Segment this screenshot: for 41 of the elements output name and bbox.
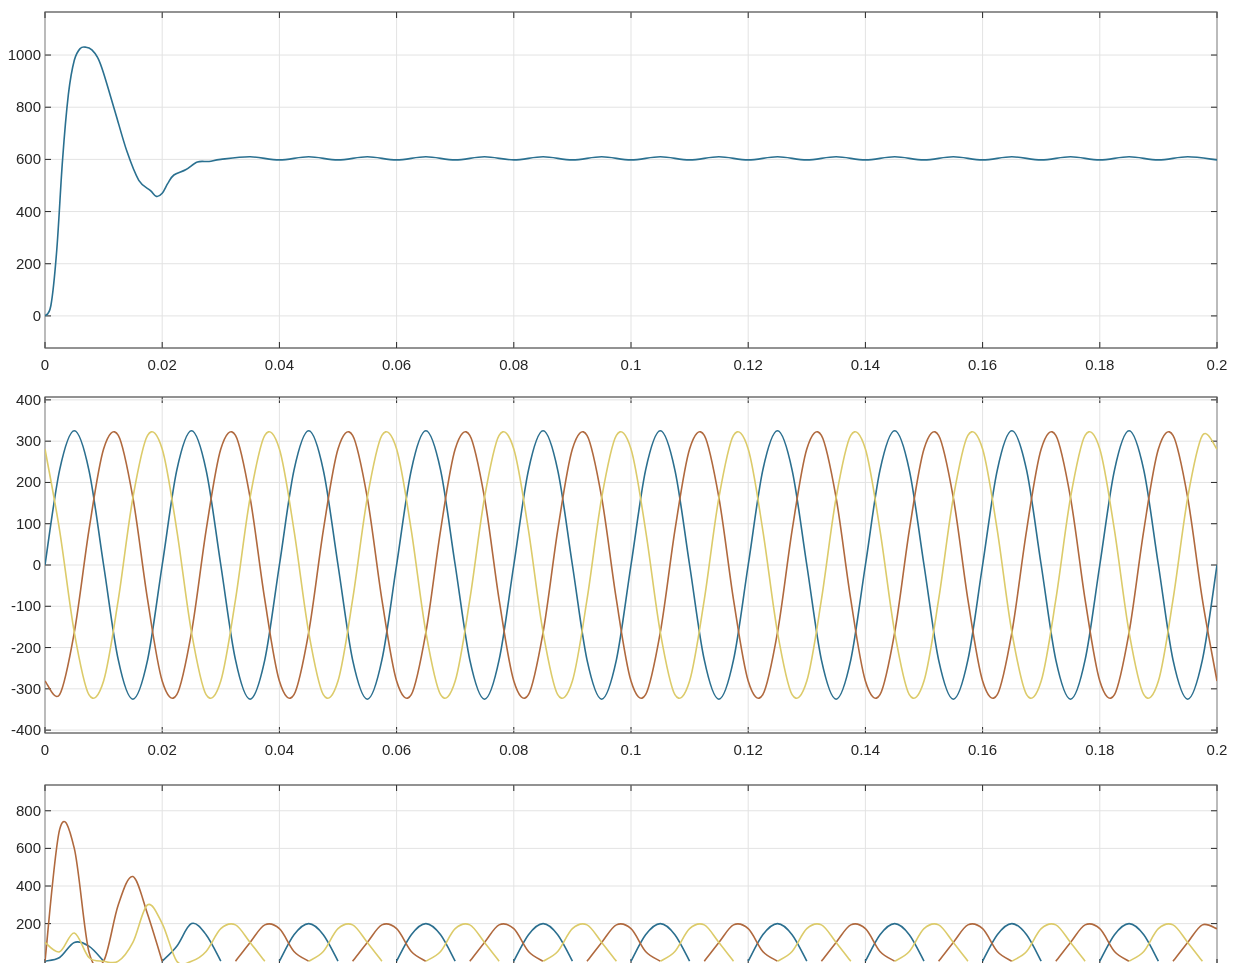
tick-label: -400 (10, 721, 41, 739)
tick-label: 0.04 (264, 356, 294, 373)
tick-label: 0.18 (1085, 356, 1115, 373)
tick-label: 0.1 (620, 356, 642, 373)
tick-label: 0.08 (499, 356, 529, 373)
tick-label: 1000 (7, 46, 41, 64)
tick-label: 0 (32, 306, 41, 324)
tick-label: 0.12 (733, 356, 763, 373)
tick-label: -200 (10, 638, 41, 656)
tick-label: 0.02 (147, 741, 177, 758)
tick-label: 600 (15, 150, 41, 168)
tick-label: 100 (15, 514, 41, 532)
tick-label: 0.16 (968, 356, 998, 373)
tick-label: 800 (15, 801, 41, 819)
tick-label: 200 (15, 254, 41, 272)
tick-label: 0.12 (733, 741, 763, 758)
tick-label: 0.2 (1206, 741, 1228, 758)
tick-label: 0.16 (968, 741, 998, 758)
tick-label: 0 (40, 741, 50, 758)
tick-label: 400 (15, 390, 41, 408)
tick-label: 0.14 (850, 356, 880, 373)
tick-label: 0.2 (1206, 356, 1228, 373)
tick-label: 0 (32, 556, 41, 573)
tick-label: 300 (15, 432, 41, 450)
tick-label: 600 (15, 839, 41, 857)
tick-label: 0.1 (620, 741, 642, 758)
tick-label: 0.14 (850, 741, 880, 758)
tick-label: -300 (10, 679, 41, 697)
tick-label: 400 (15, 877, 41, 894)
tick-label: 400 (15, 202, 41, 220)
tick-label: 200 (15, 914, 41, 932)
tick-label: 800 (15, 98, 41, 116)
tick-label: -100 (10, 597, 41, 615)
tick-label: 0.06 (382, 741, 412, 758)
tick-label: 0.04 (264, 741, 294, 758)
tick-label: 200 (15, 473, 41, 491)
tick-label: 0.06 (382, 356, 412, 373)
tick-label: 0.02 (147, 356, 177, 373)
tick-label: 0.08 (499, 741, 529, 758)
tick-label: 0 (40, 356, 50, 373)
tick-label: 0.18 (1085, 741, 1115, 758)
